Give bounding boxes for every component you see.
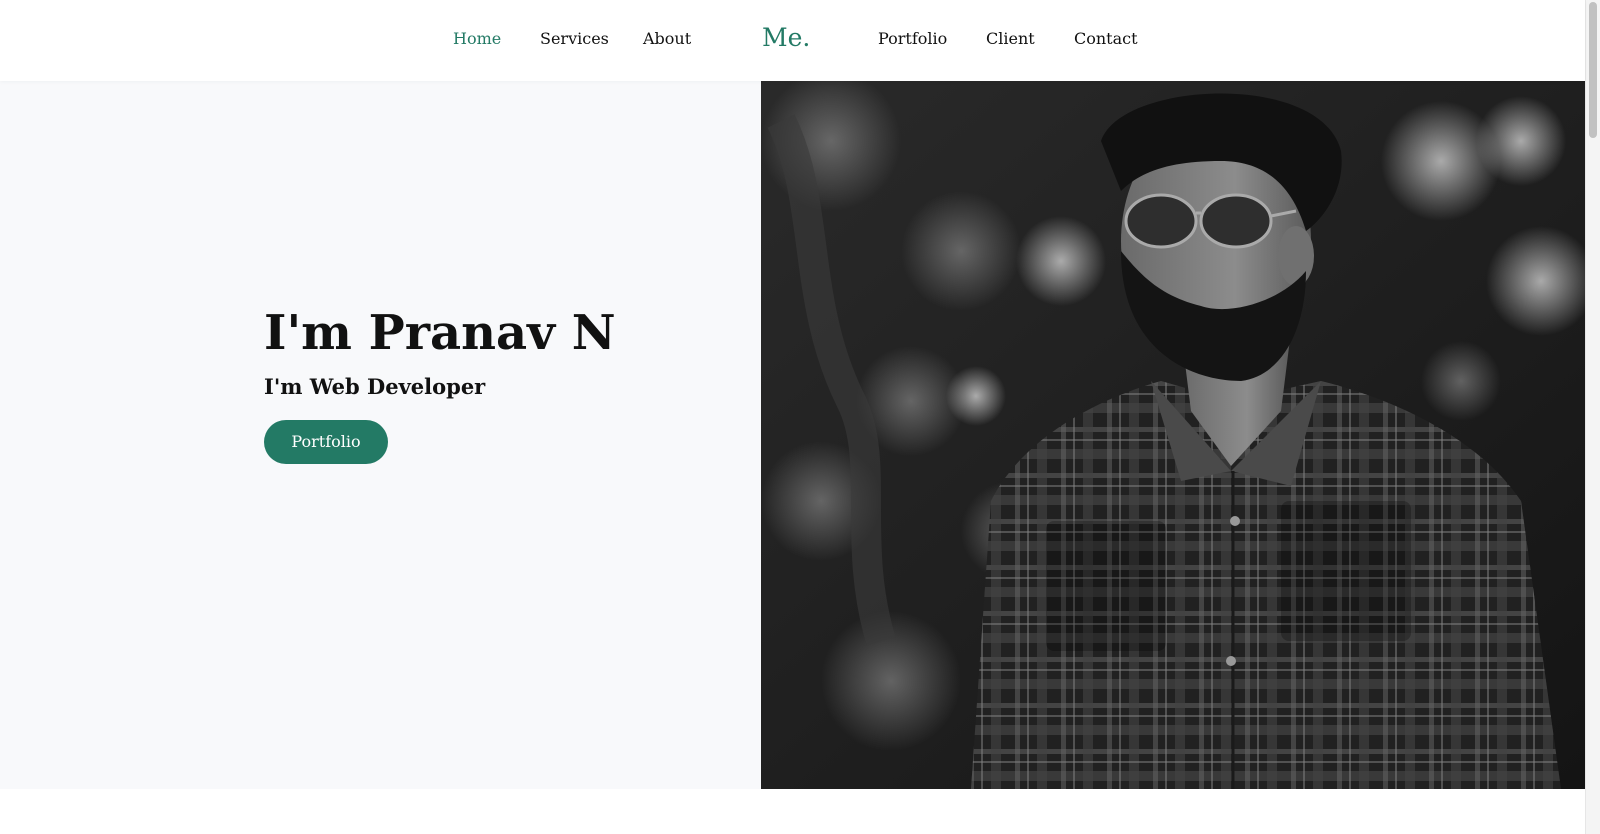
portrait-image (761, 81, 1586, 789)
nav-link-client[interactable]: Client (986, 28, 1035, 50)
nav-link-services[interactable]: Services (540, 28, 609, 50)
nav-link-portfolio[interactable]: Portfolio (878, 28, 947, 50)
page-scrollbar[interactable] (1585, 0, 1600, 834)
top-navbar: Home Services About Me. Portfolio Client… (0, 0, 1585, 81)
portfolio-button[interactable]: Portfolio (264, 420, 388, 464)
nav-link-contact[interactable]: Contact (1074, 28, 1138, 50)
next-section-edge (0, 789, 1585, 834)
hero-subtitle: I'm Web Developer (264, 374, 486, 399)
brand-logo[interactable]: Me. (762, 22, 810, 54)
page: Home Services About Me. Portfolio Client… (0, 0, 1600, 834)
hero-portrait-photo (761, 81, 1586, 789)
scrollbar-thumb[interactable] (1589, 2, 1597, 138)
nav-link-about[interactable]: About (643, 28, 691, 50)
nav-link-home[interactable]: Home (453, 28, 501, 50)
hero-title: I'm Pranav N (264, 305, 616, 361)
